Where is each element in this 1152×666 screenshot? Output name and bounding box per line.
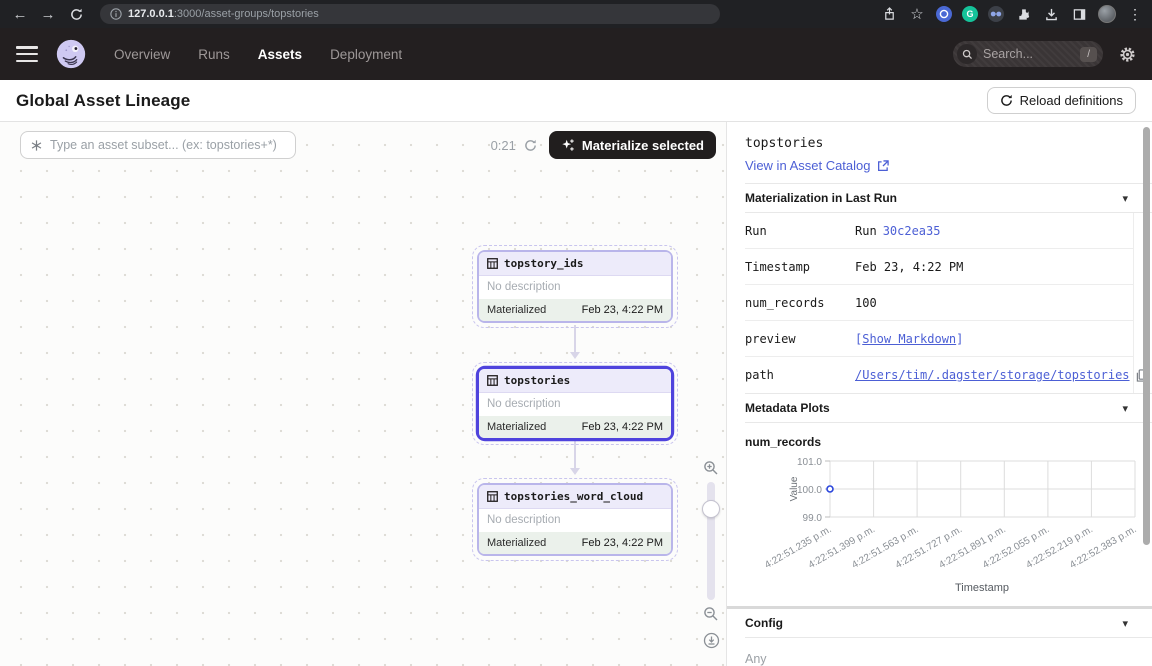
node-description: No description: [479, 509, 671, 532]
section-materialization[interactable]: Materialization in Last Run ▾: [745, 183, 1152, 213]
y-tick: 101.0: [797, 457, 822, 468]
section-config[interactable]: Config ▾: [745, 609, 1152, 638]
asset-node-topstory_ids[interactable]: topstory_ids No description Materialized…: [477, 250, 673, 323]
url-text[interactable]: 127.0.0.1:3000/asset-groups/topstories: [128, 8, 319, 20]
table-row: path /Users/tim/.dagster/storage/topstor…: [745, 357, 1133, 393]
plot-title: num_records: [745, 423, 1152, 451]
collapse-caret-icon[interactable]: ▾: [1122, 192, 1128, 205]
settings-gear-icon[interactable]: [1119, 46, 1136, 63]
browser-profile-avatar[interactable]: [1098, 5, 1116, 23]
page-header: Global Asset Lineage Reload definitions: [0, 80, 1152, 122]
table-icon: [487, 491, 498, 502]
node-materialization-status: Materialized Feb 23, 4:22 PM: [479, 532, 671, 554]
asset-node-topstories[interactable]: topstories No description Materialized F…: [477, 367, 673, 440]
share-icon[interactable]: [880, 5, 898, 23]
extensions-puzzle-icon[interactable]: [1014, 5, 1032, 23]
zoom-in-icon[interactable]: [701, 458, 721, 478]
asset-filter-input-wrap[interactable]: [20, 131, 296, 159]
node-description: No description: [479, 276, 671, 299]
reload-icon: [1000, 94, 1013, 107]
nav-item-deployment[interactable]: Deployment: [330, 47, 402, 62]
view-in-asset-catalog-link[interactable]: View in Asset Catalog: [745, 158, 1152, 173]
external-link-icon: [877, 160, 889, 172]
reload-definitions-button[interactable]: Reload definitions: [987, 87, 1136, 114]
address-bar[interactable]: 127.0.0.1:3000/asset-groups/topstories: [100, 4, 720, 24]
materialize-sparkle-icon: [561, 138, 575, 152]
panel-asset-name: topstories: [745, 136, 1152, 151]
num-records-chart: 101.0 100.0 99.0 Value 4:22:51.235 p.m. …: [745, 451, 1150, 602]
nav-item-runs[interactable]: Runs: [198, 47, 230, 62]
node-materialization-status: Materialized Feb 23, 4:22 PM: [479, 416, 671, 438]
graph-refresh-timer: 0:21: [491, 138, 537, 153]
y-tick: 100.0: [797, 485, 822, 496]
asset-graph-icon: [30, 139, 43, 152]
collapse-caret-icon[interactable]: ▾: [1122, 402, 1128, 415]
table-row: Run Run 30c2ea35: [745, 213, 1133, 249]
bookmark-star-icon[interactable]: ☆: [908, 5, 926, 23]
browser-back-button[interactable]: ←: [8, 3, 32, 25]
refresh-icon[interactable]: [524, 139, 537, 152]
path-link[interactable]: /Users/tim/.dagster/storage/topstories: [855, 368, 1130, 382]
page-title: Global Asset Lineage: [16, 91, 190, 111]
downloads-icon[interactable]: [1042, 5, 1060, 23]
reload-icon: [70, 8, 83, 21]
extension-icon-1password[interactable]: [936, 6, 952, 22]
materialize-selected-button[interactable]: Materialize selected: [549, 131, 716, 159]
show-markdown-link[interactable]: Show Markdown: [862, 332, 956, 346]
search-shortcut-badge: /: [1080, 47, 1097, 62]
zoom-to-fit-icon[interactable]: [701, 630, 721, 650]
table-icon: [487, 375, 498, 386]
hamburger-menu-icon[interactable]: [16, 46, 38, 62]
nav-item-assets[interactable]: Assets: [258, 47, 302, 62]
y-axis-label: Value: [789, 476, 800, 501]
dagster-logo[interactable]: [54, 37, 88, 71]
table-icon: [487, 258, 498, 269]
table-row: preview [Show Markdown]: [745, 321, 1133, 357]
node-description: No description: [479, 393, 671, 416]
browser-toolbar: ← → 127.0.0.1:3000/asset-groups/topstori…: [0, 0, 1152, 28]
primary-nav: Overview Runs Assets Deployment: [114, 47, 402, 62]
extension-icon-grammarly[interactable]: G: [962, 6, 978, 22]
asset-filter-input[interactable]: [50, 138, 286, 152]
edge-topstory_ids-topstories: [574, 325, 576, 357]
browser-reload-button[interactable]: [64, 3, 88, 25]
nav-item-overview[interactable]: Overview: [114, 47, 170, 62]
x-axis-label: Timestamp: [955, 582, 1009, 594]
search-icon: [957, 44, 977, 64]
config-value: Any: [745, 638, 1152, 666]
panel-scrollbar[interactable]: [1143, 127, 1150, 545]
zoom-slider-handle[interactable]: [702, 500, 720, 518]
zoom-out-icon[interactable]: [701, 604, 721, 624]
data-point[interactable]: [827, 486, 833, 492]
y-tick: 99.0: [803, 513, 823, 524]
section-metadata-plots[interactable]: Metadata Plots ▾: [745, 393, 1152, 423]
browser-forward-button[interactable]: →: [36, 3, 60, 25]
collapse-caret-icon[interactable]: ▾: [1122, 617, 1128, 630]
materialization-metadata-table: Run Run 30c2ea35 Timestamp Feb 23, 4:22 …: [745, 213, 1134, 393]
run-id-link[interactable]: 30c2ea35: [883, 224, 941, 238]
browser-menu-icon[interactable]: ⋮: [1126, 5, 1144, 23]
asset-node-topstories_word_cloud[interactable]: topstories_word_cloud No description Mat…: [477, 483, 673, 556]
zoom-slider[interactable]: [707, 482, 715, 600]
extension-icon-goggles[interactable]: [988, 6, 1004, 22]
search-input[interactable]: [983, 47, 1074, 61]
site-info-icon[interactable]: [110, 8, 122, 20]
edge-topstories-word_cloud: [574, 441, 576, 473]
table-row: Timestamp Feb 23, 4:22 PM: [745, 249, 1133, 285]
asset-graph-pane[interactable]: 0:21 Materialize selected topstory_ids N…: [0, 122, 726, 666]
node-materialization-status: Materialized Feb 23, 4:22 PM: [479, 299, 671, 321]
app-navbar: Overview Runs Assets Deployment /: [0, 28, 1152, 80]
table-row: num_records 100: [745, 285, 1133, 321]
global-search[interactable]: /: [953, 41, 1103, 67]
asset-detail-panel: topstories View in Asset Catalog Materia…: [726, 122, 1152, 666]
sidebar-toggle-icon[interactable]: [1070, 5, 1088, 23]
